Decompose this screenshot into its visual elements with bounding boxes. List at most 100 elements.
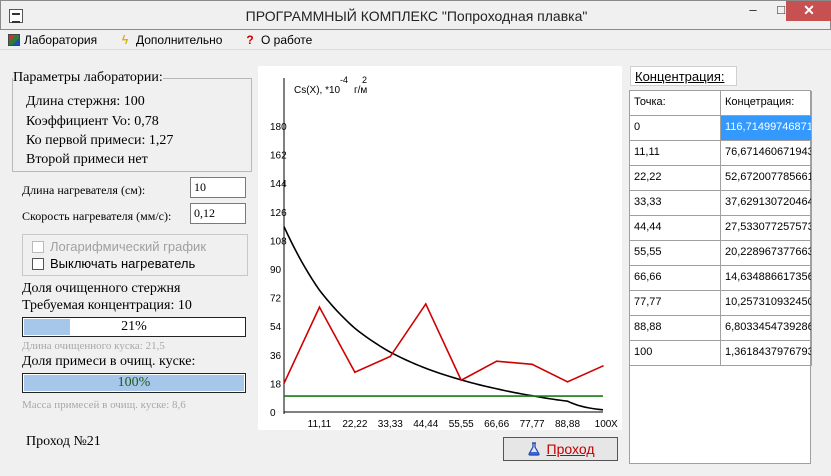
title-bar: ПРОГРАММНЫЙ КОМПЛЕКС "Попроходная плавка… — [0, 0, 831, 30]
cell-point[interactable]: 33,33 — [630, 191, 721, 216]
cleaned-length-hint: Длина очищенного куска: 21,5 — [22, 340, 165, 352]
menu-laboratory-label: Лаборатория — [24, 33, 98, 47]
table-row[interactable]: 100 1,3618437976793 — [630, 341, 812, 366]
x-tick-label: 33,33 — [378, 419, 403, 430]
x-tick-label: 55,55 — [449, 419, 474, 430]
y-tick-label: 54 — [270, 322, 282, 333]
data-point — [318, 306, 321, 308]
param-rod-length: Длина стержня: 100 — [26, 94, 145, 109]
heater-speed-label: Скорость нагревателя (мм/с): — [22, 209, 172, 223]
header-point: Точка: — [630, 91, 721, 116]
x-axis-label: X — [611, 419, 618, 430]
cell-point[interactable]: 0 — [630, 116, 721, 141]
cell-point[interactable]: 55,55 — [630, 241, 721, 266]
lab-icon — [8, 34, 20, 46]
cell-concentration[interactable]: 52,672007785661 — [721, 166, 812, 191]
table-row[interactable]: 77,77 10,257310932450 — [630, 291, 812, 316]
table-row[interactable]: 11,11 76,671460671943 — [630, 141, 812, 166]
flask-icon — [527, 442, 540, 456]
heater-off-checkbox[interactable]: Выключать нагреватель — [32, 256, 195, 271]
series-line-impurity — [283, 302, 604, 384]
y-axis-unit: г/м — [354, 85, 367, 96]
cell-point[interactable]: 77,77 — [630, 291, 721, 316]
cell-point[interactable]: 88,88 — [630, 316, 721, 341]
param-coefficient: Коэффициент Vo: 0,78 — [26, 114, 159, 129]
y-tick-label: 180 — [270, 122, 287, 133]
cell-point[interactable]: 11,11 — [630, 141, 721, 166]
y-tick-label: 162 — [270, 151, 287, 162]
close-button[interactable]: ✕ — [786, 1, 831, 21]
data-point — [389, 355, 392, 358]
heater-off-checkbox-box — [32, 257, 44, 270]
cleaned-progress: 21% — [22, 317, 246, 337]
pass-button[interactable]: Проход — [503, 437, 618, 461]
cell-concentration[interactable]: 116,71499746871 — [721, 116, 812, 141]
table-row[interactable]: 0 116,71499746871 — [630, 116, 812, 141]
cell-point[interactable]: 100 — [630, 341, 721, 366]
menu-additional[interactable]: ϟ Дополнительно — [118, 32, 223, 48]
menu-additional-label: Дополнительно — [136, 33, 223, 47]
heater-speed-input[interactable]: 0,12 — [190, 203, 246, 224]
impurity-progress: 100% — [22, 373, 246, 393]
cell-concentration[interactable]: 37,629130720464 — [721, 191, 812, 216]
data-point — [566, 381, 569, 383]
param-first-impurity: Ко первой примеси: 1,27 — [26, 133, 174, 148]
table-row[interactable]: 55,55 20,228967377663 — [630, 241, 812, 266]
y-tick-label: 18 — [270, 379, 282, 390]
cleaned-progress-text: 21% — [121, 319, 147, 334]
cleaned-title: Доля очищенного стержня — [22, 281, 181, 296]
x-tick-label: 66,66 — [484, 419, 509, 430]
data-point — [602, 365, 604, 367]
cell-concentration[interactable]: 20,228967377663 — [721, 241, 812, 266]
y-tick-label: 36 — [270, 351, 282, 362]
concentration-chart: Cs(X), *10 -4 г/м 2 0 18 36 54 72 90 108 126 144 162 1… — [258, 66, 622, 430]
cell-point[interactable]: 22,22 — [630, 166, 721, 191]
y-axis-label: Cs(X), *10 — [294, 85, 341, 96]
x-tick-label: 77,77 — [520, 419, 545, 430]
table-row[interactable]: 44,44 27,533077257573 — [630, 216, 812, 241]
menu-about-label: О работе — [261, 33, 313, 47]
log-chart-checkbox[interactable]: Логарифмический график — [32, 239, 206, 254]
impurity-title: Доля примеси в очищ. куске: — [22, 354, 196, 369]
menu-laboratory[interactable]: Лаборатория — [8, 32, 97, 48]
cell-point[interactable]: 66,66 — [630, 266, 721, 291]
data-point — [531, 363, 533, 366]
question-icon: ? — [246, 33, 254, 47]
y-axis-label-exponent: -4 — [340, 75, 348, 85]
menu-about[interactable]: ? О работе — [243, 32, 312, 48]
minimize-button[interactable]: – — [739, 1, 767, 21]
y-tick-label: 126 — [270, 208, 287, 219]
cell-concentration[interactable]: 14,634886617356 — [721, 266, 812, 291]
cell-concentration[interactable]: 76,671460671943 — [721, 141, 812, 166]
cell-concentration[interactable]: 27,533077257573 — [721, 216, 812, 241]
concentration-table[interactable]: Точка: Концетрация: 0 116,71499746871 11,11 7… — [629, 90, 812, 464]
cell-concentration[interactable]: 1,3618437976793 — [721, 341, 812, 366]
cell-point[interactable]: 44,44 — [630, 216, 721, 241]
log-chart-checkbox-box — [32, 240, 44, 253]
cell-concentration[interactable]: 10,257310932450 — [721, 291, 812, 316]
table-row[interactable]: 88,88 6,8033454739286 — [630, 316, 812, 341]
data-point — [424, 303, 427, 305]
table-row[interactable]: 66,66 14,634886617356 — [630, 266, 812, 291]
heater-length-input[interactable]: 10 — [190, 177, 246, 198]
y-tick-label: 144 — [270, 179, 287, 190]
required-concentration: Требуемая концентрация: 10 — [22, 298, 192, 313]
y-tick-label: 0 — [270, 408, 276, 419]
x-tick-label: 11,11 — [308, 419, 332, 430]
data-point — [460, 379, 463, 382]
heater-length-label: Длина нагревателя (см): — [22, 183, 146, 197]
x-tick-label: 44,44 — [413, 419, 438, 430]
x-tick-label: 88,88 — [555, 419, 580, 430]
heater-off-label: Выключать нагреватель — [50, 256, 196, 271]
concentration-title: Концентрация: — [630, 66, 737, 86]
window-title: ПРОГРАММНЫЙ КОМПЛЕКС "Попроходная плавка… — [245, 8, 588, 24]
lightning-icon: ϟ — [121, 33, 129, 47]
x-tick-label: 22,22 — [342, 419, 367, 430]
cell-concentration[interactable]: 6,8033454739286 — [721, 316, 812, 341]
log-chart-label: Логарифмический график — [50, 239, 207, 254]
series-line-concentration — [283, 226, 604, 411]
table-row[interactable]: 33,33 37,629130720464 — [630, 191, 812, 216]
x-tick-label: 100 — [595, 419, 612, 430]
table-row[interactable]: 22,22 52,672007785661 — [630, 166, 812, 191]
data-point — [354, 371, 356, 374]
